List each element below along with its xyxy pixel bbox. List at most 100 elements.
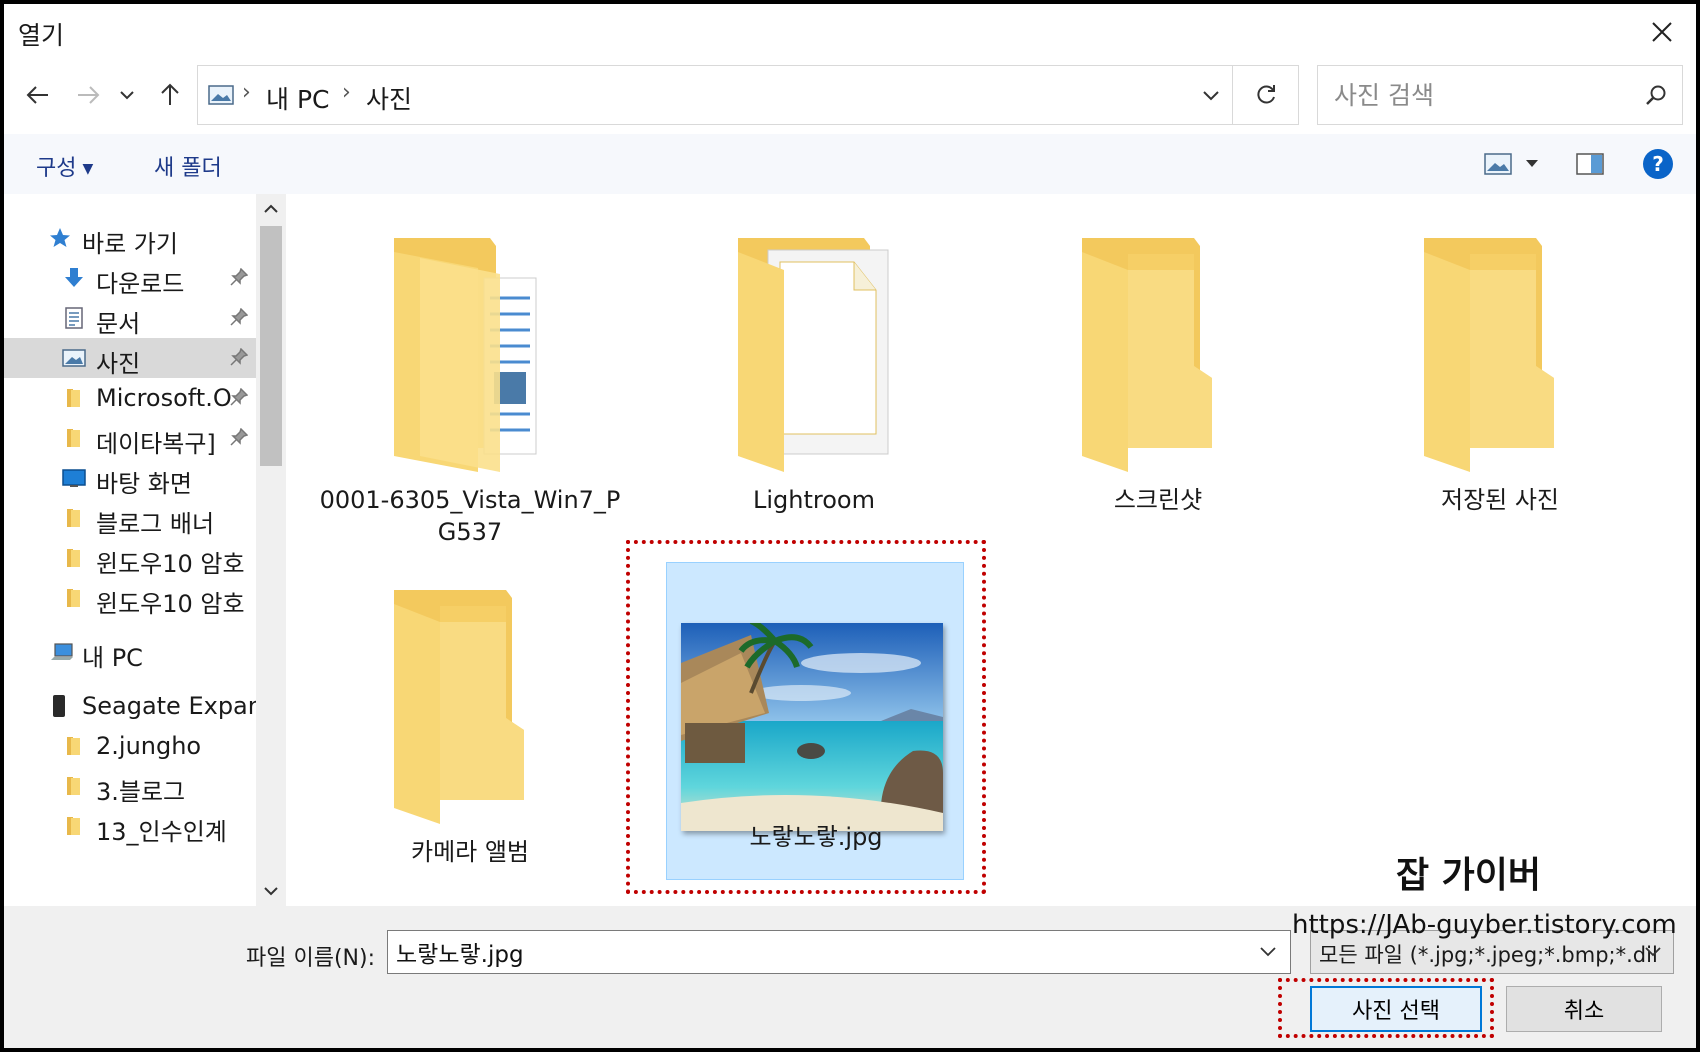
nav-scrollbar[interactable] xyxy=(256,194,286,906)
nav-item-this-pc[interactable]: 내 PC xyxy=(4,632,256,672)
close-icon xyxy=(1652,22,1672,42)
filename-input[interactable] xyxy=(388,931,1238,973)
filename-label: 파일 이름(N): xyxy=(246,946,375,971)
chevron-down-icon xyxy=(1645,947,1661,957)
refresh-icon xyxy=(1256,85,1275,104)
nav-item-label: 윈도우10 암호 xyxy=(96,590,245,618)
nav-item-folder[interactable]: 윈도우10 암호 xyxy=(4,578,256,618)
breadcrumb-separator: › xyxy=(242,80,251,105)
help-button[interactable]: ? xyxy=(1640,146,1676,182)
nav-item-folder[interactable]: 2.jungho xyxy=(4,726,256,766)
svg-text:?: ? xyxy=(1652,152,1664,176)
refresh-button[interactable] xyxy=(1233,65,1299,125)
folder-icon xyxy=(67,737,80,755)
scroll-down-button[interactable] xyxy=(256,876,286,906)
nav-item-label: 데이타복구] xyxy=(96,430,216,458)
file-name-line: 0001-6305_Vista_Win7_P xyxy=(319,486,621,514)
preview-pane-button[interactable] xyxy=(1572,146,1608,182)
recent-locations-button[interactable] xyxy=(112,64,142,126)
chevron-down-icon xyxy=(1260,947,1276,957)
dialog-title: 열기 xyxy=(18,21,65,50)
nav-item-pictures[interactable]: 사진 xyxy=(4,338,256,378)
folder-icon xyxy=(67,777,80,795)
filename-history-dropdown[interactable] xyxy=(1250,931,1286,973)
nav-item-drive[interactable]: Seagate Expans xyxy=(4,686,256,726)
nav-item-desktop[interactable]: 바탕 화면 xyxy=(4,458,256,498)
folder-icon xyxy=(1082,238,1212,472)
chevron-down-icon xyxy=(264,887,278,896)
file-item-folder[interactable]: 저장된 사진 xyxy=(1330,238,1630,538)
preview-pane-icon xyxy=(1576,153,1604,175)
file-name: 카메라 앨범 xyxy=(410,838,530,866)
nav-item-folder[interactable]: 윈도우10 암호 xyxy=(4,538,256,578)
document-icon xyxy=(65,307,83,329)
desktop-icon xyxy=(62,469,86,487)
folder-icon xyxy=(67,509,80,527)
pc-icon xyxy=(51,643,73,660)
nav-item-label: 다운로드 xyxy=(96,270,185,298)
pictures-icon xyxy=(62,349,86,367)
filename-combobox xyxy=(387,930,1291,974)
breadcrumb-separator: › xyxy=(342,80,351,105)
chevron-up-icon xyxy=(264,204,278,213)
organize-menu[interactable]: 구성 ▼ xyxy=(36,150,93,182)
nav-item-label: 윈도우10 암호 xyxy=(96,550,245,578)
file-item-folder[interactable]: 카메라 앨범 xyxy=(300,590,600,890)
nav-item-folder[interactable]: 데이타복구] xyxy=(4,418,256,458)
nav-item-quick-access[interactable]: 바로 가기 xyxy=(4,218,256,258)
nav-item-label: Seagate Expans xyxy=(82,692,256,720)
file-item-folder[interactable]: Lightroom xyxy=(644,238,944,538)
file-item-folder[interactable]: 0001-6305_Vista_Win7_P G537 xyxy=(300,238,620,558)
forward-button[interactable] xyxy=(68,64,108,126)
nav-item-folder[interactable]: 3.블로그 xyxy=(4,766,256,806)
folder-icon xyxy=(67,429,80,447)
breadcrumb-this-pc[interactable]: 내 PC xyxy=(266,80,329,116)
nav-item-documents[interactable]: 문서 xyxy=(4,298,256,338)
breadcrumb-pictures[interactable]: 사진 xyxy=(366,80,412,116)
star-icon xyxy=(50,228,70,247)
nav-item-label: 내 PC xyxy=(82,644,143,672)
folder-icon xyxy=(67,589,80,607)
nav-item-folder[interactable]: 13_인수인계 xyxy=(4,806,256,846)
chevron-down-icon xyxy=(120,91,134,100)
nav-item-folder[interactable]: 블로그 배너 xyxy=(4,498,256,538)
change-view-button[interactable] xyxy=(1480,146,1516,182)
address-history-dropdown[interactable] xyxy=(1188,66,1234,126)
pin-icon xyxy=(230,348,248,366)
watermark-url: https://JAb-guyber.tistory.com xyxy=(1292,910,1677,940)
pin-icon xyxy=(230,388,248,406)
nav-item-label: 바로 가기 xyxy=(82,230,178,258)
watermark-title: 잡 가이버 xyxy=(1396,855,1542,896)
highlight-selected-file xyxy=(626,540,986,894)
up-button[interactable] xyxy=(150,64,190,126)
back-button[interactable] xyxy=(18,64,58,126)
scroll-up-button[interactable] xyxy=(256,194,286,224)
scroll-thumb[interactable] xyxy=(260,226,282,466)
pin-icon xyxy=(230,268,248,286)
command-bar: 구성 ▼ 새 폴더 ? xyxy=(4,134,1696,194)
view-thumbnails-icon xyxy=(1484,153,1512,175)
close-button[interactable] xyxy=(1638,8,1686,56)
pictures-icon xyxy=(208,85,234,105)
nav-item-downloads[interactable]: 다운로드 xyxy=(4,258,256,298)
search-icon xyxy=(1646,85,1666,105)
download-icon xyxy=(65,268,83,287)
pin-icon xyxy=(230,308,248,326)
caret-down-icon xyxy=(1526,160,1538,167)
nav-item-folder[interactable]: Microsoft.O xyxy=(4,378,256,418)
file-name: 스크린샷 xyxy=(1113,486,1203,514)
nav-item-label: 문서 xyxy=(96,310,141,338)
folder-icon xyxy=(67,549,80,567)
file-item-folder[interactable]: 스크린샷 xyxy=(988,238,1288,538)
new-folder-button[interactable]: 새 폴더 xyxy=(154,150,222,182)
cancel-button[interactable]: 취소 xyxy=(1506,986,1662,1032)
organize-label: 구성 xyxy=(36,156,77,181)
file-type-value: 모든 파일 (*.jpg;*.jpeg;*.bmp;*.dil xyxy=(1319,943,1658,967)
view-options-dropdown[interactable] xyxy=(1520,146,1544,182)
nav-item-label: 사진 xyxy=(96,350,141,378)
arrow-up-icon xyxy=(161,83,179,105)
address-bar[interactable]: › 내 PC › 사진 xyxy=(197,65,1233,125)
search-input[interactable] xyxy=(1318,66,1638,124)
file-name-line: G537 xyxy=(437,518,503,546)
nav-item-label: 블로그 배너 xyxy=(96,510,215,538)
